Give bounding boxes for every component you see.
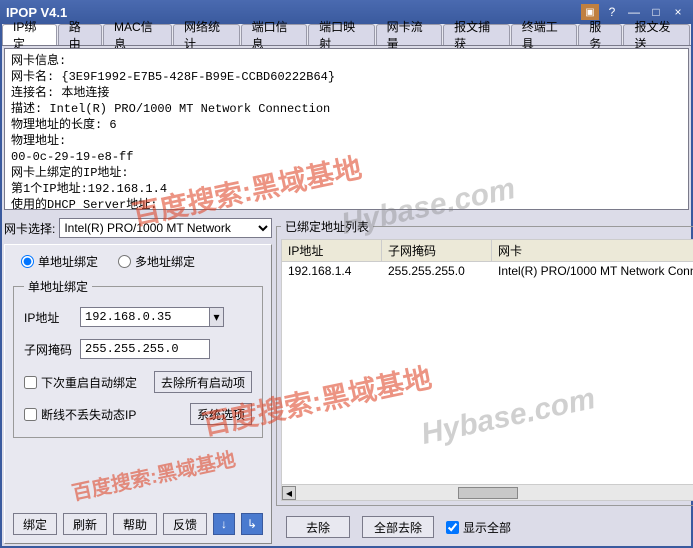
nic-select[interactable]: Intel(R) PRO/1000 MT Network: [59, 218, 272, 238]
mask-label: 子网掩码: [24, 341, 80, 358]
tab-7[interactable]: 报文捕获: [443, 24, 510, 45]
tab-2[interactable]: MAC信息: [103, 24, 172, 45]
ip-dropdown-icon[interactable]: ▾: [210, 307, 224, 327]
col-nic[interactable]: 网卡: [492, 240, 693, 261]
ip-label: IP地址: [24, 309, 80, 326]
remove-button[interactable]: 去除: [286, 516, 350, 538]
feedback-button[interactable]: 反馈: [163, 513, 207, 535]
right-panel: 已绑定地址列表 IP地址 子网掩码 网卡 192.168.1.4255.255.…: [276, 218, 693, 544]
single-bind-group: 单地址绑定 IP地址 ▾ 子网掩码 下次重启自动绑定: [13, 278, 263, 438]
ip-input[interactable]: [80, 307, 210, 327]
tab-3[interactable]: 网络统计: [173, 24, 240, 45]
refresh-button[interactable]: 刷新: [63, 513, 107, 535]
tab-10[interactable]: 报文发送: [623, 24, 690, 45]
scroll-left-icon[interactable]: ◂: [282, 486, 296, 500]
remove-startup-button[interactable]: 去除所有启动项: [154, 371, 252, 393]
bound-table-header: IP地址 子网掩码 网卡: [281, 239, 693, 262]
nic-info-panel: 网卡信息: 网卡名: {3E9F1992-E7B5-428F-B99E-CCBD…: [4, 48, 689, 210]
col-mask[interactable]: 子网掩码: [382, 240, 492, 261]
single-bind-legend: 单地址绑定: [24, 278, 92, 295]
col-ip[interactable]: IP地址: [282, 240, 382, 261]
bound-table-body[interactable]: 192.168.1.4255.255.255.0Intel(R) PRO/100…: [281, 262, 693, 485]
horizontal-scrollbar[interactable]: ◂ ▸: [281, 485, 693, 501]
tab-6[interactable]: 网卡流量: [376, 24, 443, 45]
bound-list-group: 已绑定地址列表 IP地址 子网掩码 网卡 192.168.1.4255.255.…: [276, 218, 693, 506]
tab-0[interactable]: IP绑定: [2, 24, 57, 45]
tab-4[interactable]: 端口信息: [241, 24, 308, 45]
scroll-thumb[interactable]: [458, 487, 518, 499]
tab-1[interactable]: 路由: [58, 24, 102, 45]
tab-9[interactable]: 服务: [578, 24, 622, 45]
show-all-checkbox[interactable]: 显示全部: [446, 519, 511, 536]
system-options-button[interactable]: 系统选项: [190, 403, 252, 425]
remove-all-button[interactable]: 全部去除: [362, 516, 434, 538]
keep-dynamic-checkbox[interactable]: 断线不丢失动态IP: [24, 406, 190, 423]
tab-5[interactable]: 端口映射: [308, 24, 375, 45]
table-row[interactable]: 192.168.1.4255.255.255.0Intel(R) PRO/100…: [282, 262, 693, 280]
radio-single-bind[interactable]: 单地址绑定: [21, 253, 98, 270]
export-icon[interactable]: ↳: [241, 513, 263, 535]
tab-bar: IP绑定路由MAC信息网络统计端口信息端口映射网卡流量报文捕获终端工具服务报文发…: [2, 24, 691, 46]
mask-input[interactable]: [80, 339, 210, 359]
nic-select-label: 网卡选择:: [4, 220, 55, 237]
radio-multi-bind[interactable]: 多地址绑定: [118, 253, 195, 270]
left-panel: 网卡选择: Intel(R) PRO/1000 MT Network 单地址绑定…: [4, 218, 272, 544]
bound-list-legend: 已绑定地址列表: [281, 218, 373, 235]
down-arrow-icon[interactable]: ↓: [213, 513, 235, 535]
bind-button[interactable]: 绑定: [13, 513, 57, 535]
content-area: 网卡信息: 网卡名: {3E9F1992-E7B5-428F-B99E-CCBD…: [2, 46, 691, 546]
tab-8[interactable]: 终端工具: [511, 24, 578, 45]
auto-bind-checkbox[interactable]: 下次重启自动绑定: [24, 374, 154, 391]
help-button[interactable]: 帮助: [113, 513, 157, 535]
